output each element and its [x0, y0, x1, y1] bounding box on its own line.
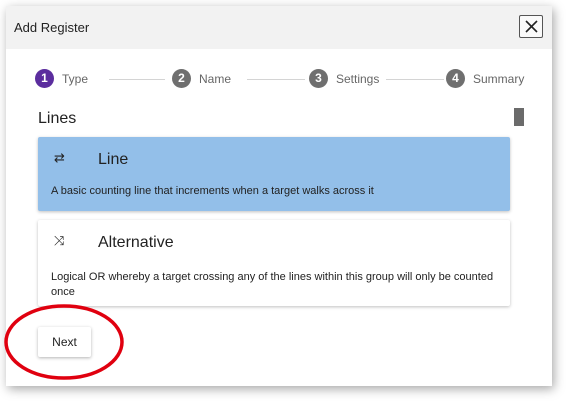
annotation-circle: [4, 304, 124, 380]
